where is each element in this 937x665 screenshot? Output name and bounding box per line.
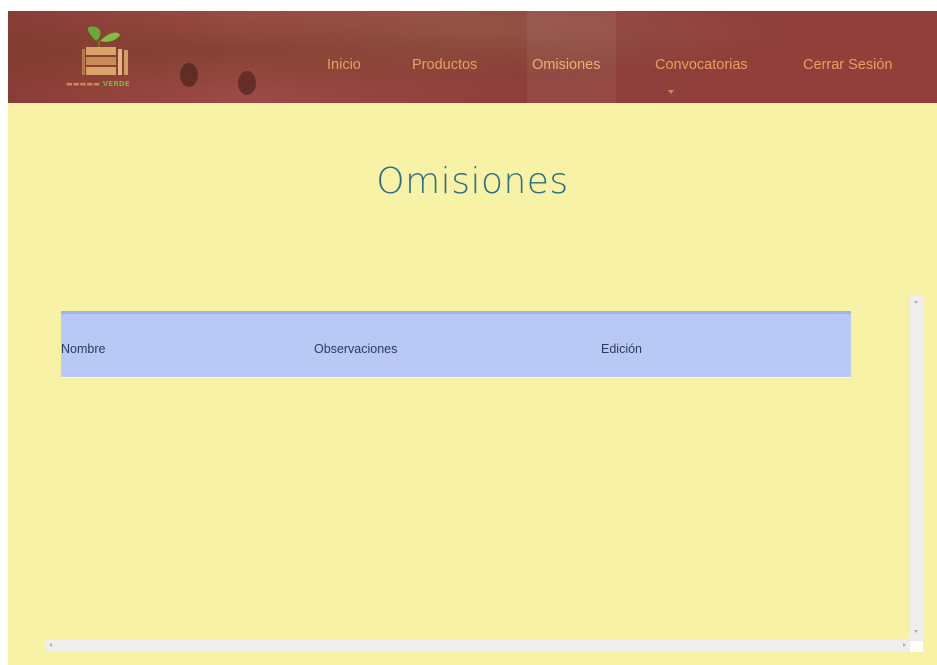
nav-productos[interactable]: Productos — [412, 57, 477, 73]
page: ▬▬▬▬▬ VERDE Inicio Productos Omisiones C… — [8, 11, 937, 665]
logo-text: ▬▬▬▬▬ VERDE — [66, 80, 130, 88]
header-background-detail — [238, 71, 256, 95]
nav-inicio[interactable]: Inicio — [327, 57, 361, 73]
chevron-left-icon[interactable] — [49, 643, 52, 647]
column-header-observaciones: Observaciones — [314, 342, 398, 356]
vertical-scrollbar[interactable] — [910, 296, 923, 641]
horizontal-scrollbar[interactable] — [45, 639, 911, 652]
table-header: Nombre Observaciones Edición — [61, 311, 851, 378]
chevron-up-icon[interactable] — [914, 300, 918, 303]
chevron-right-icon[interactable] — [903, 643, 906, 647]
chevron-down-icon[interactable] — [914, 630, 918, 633]
nav-convocatorias[interactable]: Convocatorias — [655, 57, 748, 73]
column-header-nombre: Nombre — [61, 342, 106, 356]
header-background-detail — [180, 63, 198, 87]
nav-cerrar-sesion[interactable]: Cerrar Sesión — [803, 57, 892, 73]
chevron-down-icon[interactable] — [668, 90, 674, 94]
page-title: Omisiones — [376, 161, 569, 202]
site-header: ▬▬▬▬▬ VERDE Inicio Productos Omisiones C… — [8, 11, 937, 103]
column-header-edicion: Edición — [601, 342, 642, 356]
scrollbar-corner — [910, 641, 923, 652]
nav-omisiones[interactable]: Omisiones — [532, 57, 601, 73]
